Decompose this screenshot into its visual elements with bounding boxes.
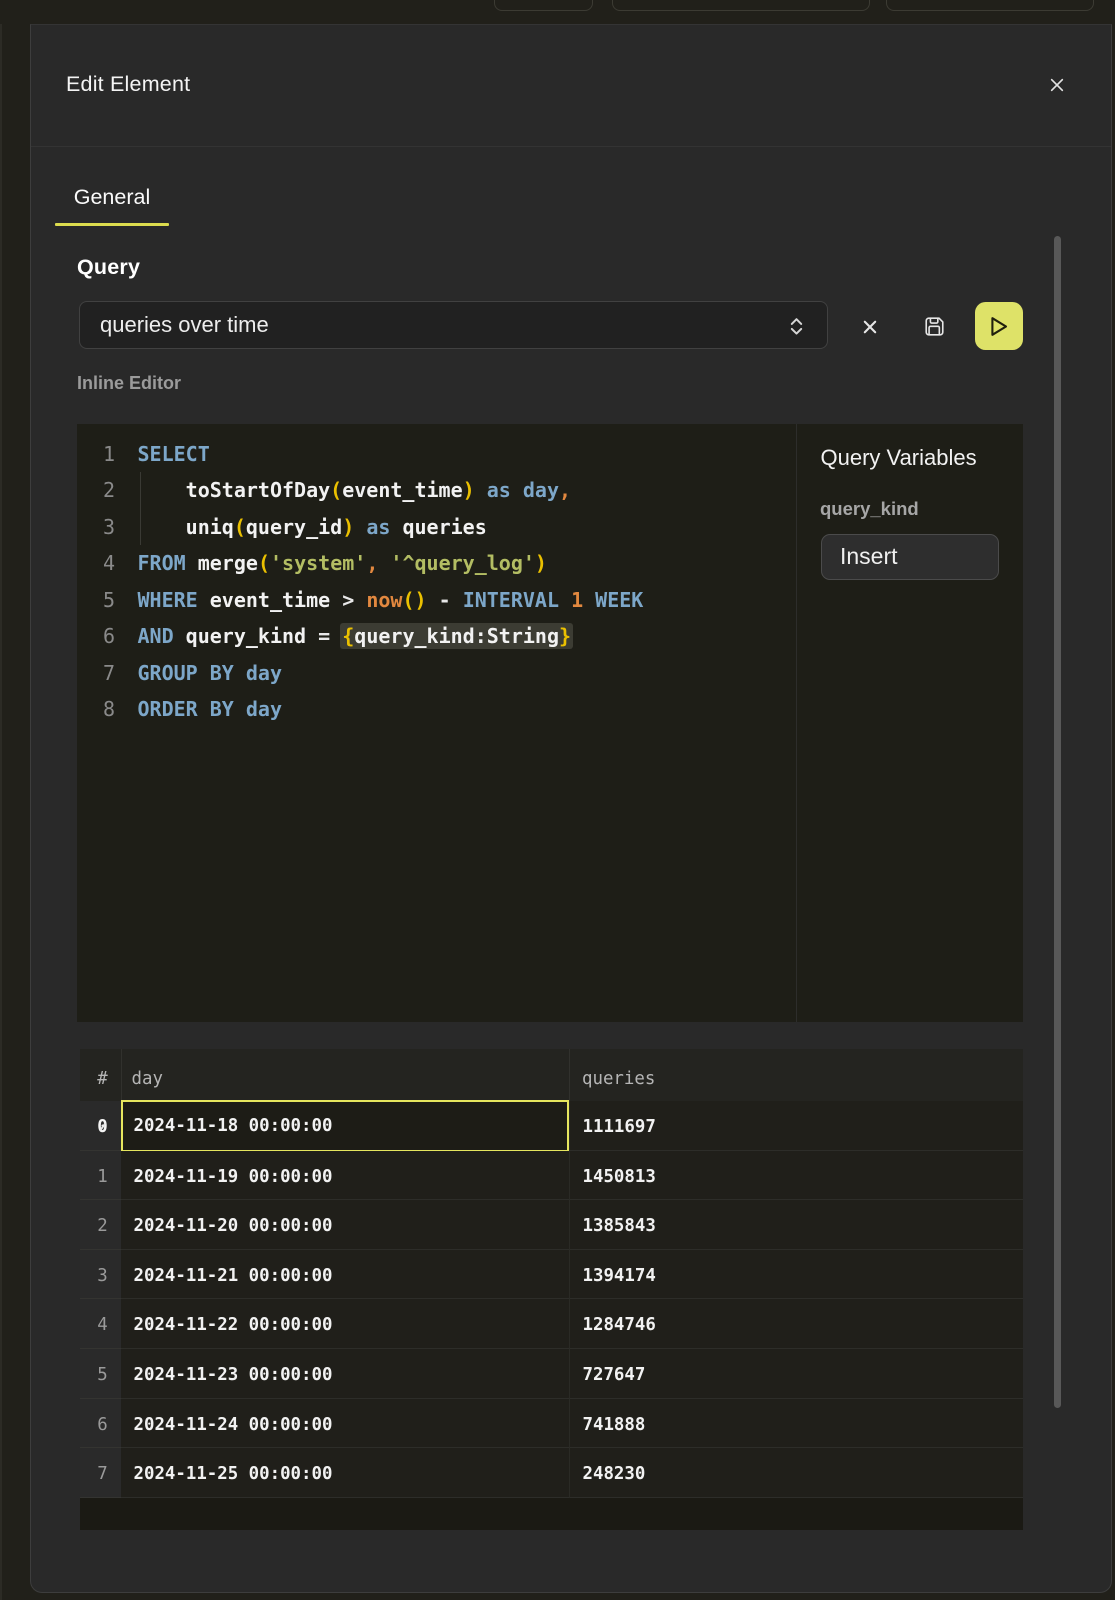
results-table-empty-strip: [80, 1498, 1023, 1530]
insert-variable-button[interactable]: Insert: [821, 534, 999, 580]
day-cell[interactable]: 2024-11-18 00:00:00: [121, 1100, 569, 1152]
line-number: 2: [77, 472, 115, 508]
table-row-1[interactable]: 12024-11-19 00:00:001450813: [80, 1151, 1023, 1201]
header-col-divider-2: [569, 1049, 570, 1101]
column-header-day: day: [132, 1053, 163, 1105]
close-button[interactable]: [1045, 73, 1069, 97]
results-table: # day queries 02024-11-18 00:00:00111169…: [80, 1049, 1023, 1554]
day-cell[interactable]: 2024-11-23 00:00:00: [121, 1349, 569, 1399]
modal-header: Edit Element: [31, 25, 1111, 146]
code-line-4: 4 FROM merge('system', '^query_log'): [77, 545, 796, 581]
clear-icon: [863, 320, 877, 334]
row-index-cell: 3: [80, 1250, 121, 1300]
code-text: AND query_kind = {query_kind:String}: [138, 618, 572, 654]
queries-cell[interactable]: 727647: [569, 1349, 1023, 1399]
query-select[interactable]: queries over time: [79, 301, 828, 349]
table-row-6[interactable]: 62024-11-24 00:00:00741888: [80, 1399, 1023, 1449]
table-row-3[interactable]: 32024-11-21 00:00:001394174: [80, 1250, 1023, 1300]
code-text: ORDER BY day: [138, 691, 283, 727]
table-row-0[interactable]: 02024-11-18 00:00:001111697: [80, 1101, 1023, 1151]
backdrop-button-2: [612, 0, 870, 11]
backdrop-button-3: [886, 0, 1094, 11]
code-line-2: 2 toStartOfDay(event_time) as day,: [77, 472, 796, 508]
code-line-8: 8 ORDER BY day: [77, 691, 796, 727]
column-header-queries: queries: [582, 1053, 655, 1105]
backdrop-panel-edge: [0, 24, 2, 1600]
code-text: FROM merge('system', '^query_log'): [138, 545, 547, 581]
query-variables-title: Query Variables: [821, 445, 977, 471]
line-number: 7: [77, 655, 115, 691]
day-cell[interactable]: 2024-11-19 00:00:00: [121, 1151, 569, 1201]
play-icon: [988, 316, 1008, 337]
code-line-3: 3 uniq(query_id) as queries: [77, 509, 796, 545]
line-number: 6: [77, 618, 115, 654]
table-row-7[interactable]: 72024-11-25 00:00:00248230: [80, 1448, 1023, 1498]
code-text: toStartOfDay(event_time) as day,: [138, 472, 572, 508]
code-line-5: 5 WHERE event_time > now() - INTERVAL 1 W…: [77, 582, 796, 618]
queries-cell[interactable]: 1111697: [569, 1101, 1023, 1151]
query-select-value: queries over time: [100, 302, 269, 348]
table-row-4[interactable]: 42024-11-22 00:00:001284746: [80, 1299, 1023, 1349]
chevron-up-down-icon: [790, 317, 803, 337]
save-query-button[interactable]: [925, 317, 944, 336]
query-parameter-chip: {query_kind:String}: [340, 623, 573, 649]
queries-cell[interactable]: 1284746: [569, 1299, 1023, 1349]
row-index-cell: 7: [80, 1448, 121, 1498]
day-cell[interactable]: 2024-11-21 00:00:00: [121, 1250, 569, 1300]
clear-query-button[interactable]: [863, 320, 877, 334]
results-table-header: # day queries: [80, 1049, 1023, 1101]
row-index-cell: 4: [80, 1299, 121, 1349]
code-text: SELECT: [138, 436, 210, 472]
query-section-title: Query: [77, 255, 140, 280]
tab-active-underline: [55, 223, 169, 226]
backdrop-button-1: [494, 0, 593, 11]
row-index-cell: 5: [80, 1349, 121, 1399]
column-header-index: #: [80, 1053, 121, 1105]
queries-cell[interactable]: 1450813: [569, 1151, 1023, 1201]
line-number: 3: [77, 509, 115, 545]
line-number: 1: [77, 436, 115, 472]
queries-cell[interactable]: 248230: [569, 1448, 1023, 1498]
code-text: GROUP BY day: [138, 655, 283, 691]
row-index-cell: 6: [80, 1399, 121, 1449]
queries-cell[interactable]: 741888: [569, 1399, 1023, 1449]
day-cell[interactable]: 2024-11-24 00:00:00: [121, 1399, 569, 1449]
row-index-cell: 1: [80, 1151, 121, 1201]
code-pane[interactable]: 1SELECT2 toStartOfDay(event_time) as day…: [77, 424, 796, 1022]
scrollbar-thumb[interactable]: [1054, 236, 1061, 1408]
code-line-6: 6 AND query_kind = {query_kind:String}: [77, 618, 796, 654]
save-icon: [925, 317, 944, 336]
page: Edit Element General Query queries over …: [0, 0, 1115, 1600]
close-icon: [1045, 73, 1069, 97]
tab-general[interactable]: General: [55, 170, 169, 226]
header-divider: [31, 146, 1111, 147]
code-text: WHERE event_time > now() - INTERVAL 1 WE…: [138, 582, 644, 618]
run-query-button[interactable]: [975, 302, 1023, 350]
header-col-divider-1: [121, 1049, 122, 1101]
modal-title: Edit Element: [66, 25, 190, 143]
variable-name-label: query_kind: [820, 498, 919, 520]
edit-element-modal: Edit Element General Query queries over …: [30, 24, 1112, 1593]
table-row-2[interactable]: 22024-11-20 00:00:001385843: [80, 1200, 1023, 1250]
day-cell[interactable]: 2024-11-22 00:00:00: [121, 1299, 569, 1349]
line-number: 8: [77, 691, 115, 727]
tab-general-label: General: [55, 185, 169, 210]
day-cell[interactable]: 2024-11-20 00:00:00: [121, 1200, 569, 1250]
queries-cell[interactable]: 1385843: [569, 1200, 1023, 1250]
table-row-5[interactable]: 52024-11-23 00:00:00727647: [80, 1349, 1023, 1399]
line-number: 5: [77, 582, 115, 618]
queries-cell[interactable]: 1394174: [569, 1250, 1023, 1300]
line-number: 4: [77, 545, 115, 581]
code-line-1: 1 SELECT: [77, 436, 796, 472]
day-cell[interactable]: 2024-11-25 00:00:00: [121, 1448, 569, 1498]
query-variables-panel: Query Variables query_kind Insert: [797, 424, 1023, 1022]
inline-editor-label: Inline Editor: [77, 373, 181, 394]
code-text: uniq(query_id) as queries: [138, 509, 487, 545]
row-index-cell: 0: [80, 1101, 121, 1151]
sql-editor[interactable]: 1SELECT2 toStartOfDay(event_time) as day…: [77, 424, 1023, 1022]
code-line-7: 7 GROUP BY day: [77, 655, 796, 691]
row-index-cell: 2: [80, 1200, 121, 1250]
